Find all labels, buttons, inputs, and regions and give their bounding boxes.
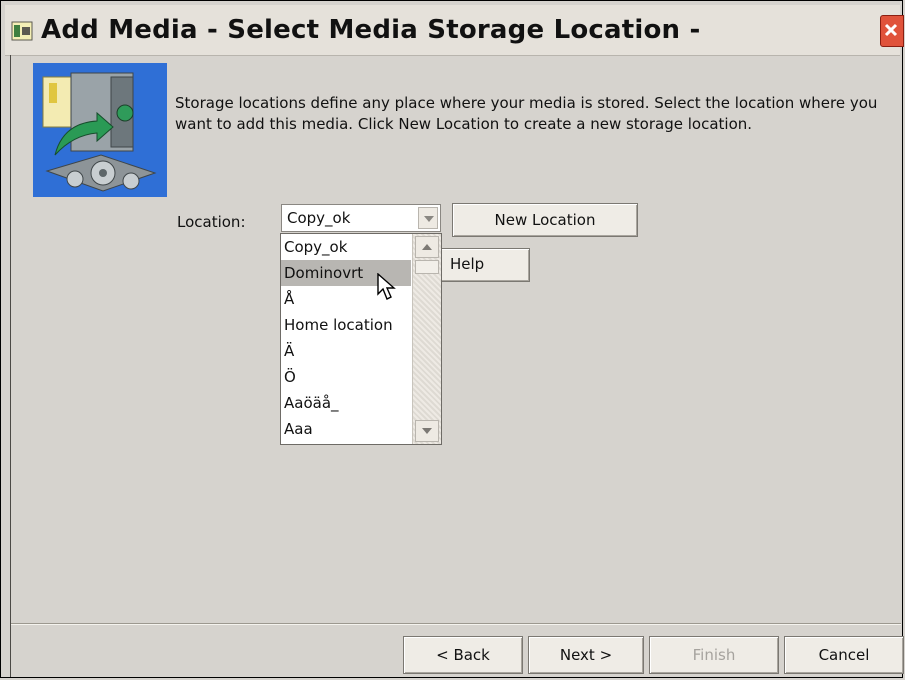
media-safe-icon	[33, 63, 167, 197]
location-combobox[interactable]: Copy_ok	[281, 204, 441, 232]
content-left-border	[10, 55, 11, 677]
dropdown-item-aaoaa[interactable]: Aaöäå_	[281, 390, 411, 416]
dropdown-item-a-umlaut[interactable]: Ä	[281, 338, 411, 364]
close-button[interactable]	[880, 15, 904, 47]
cancel-button[interactable]: Cancel	[784, 636, 904, 674]
intro-text: Storage locations define any place where…	[175, 94, 878, 133]
back-button[interactable]: < Back	[403, 636, 523, 674]
location-selected-value: Copy_ok	[287, 209, 351, 227]
chevron-down-icon[interactable]	[418, 207, 438, 229]
location-label: Location:	[177, 213, 246, 231]
add-media-dialog: Add Media - Select Media Storage Locatio…	[0, 0, 904, 678]
footer-divider	[11, 623, 901, 625]
dropdown-item-home-location[interactable]: Home location	[281, 312, 411, 338]
scrollbar-thumb[interactable]	[415, 260, 439, 274]
next-button[interactable]: Next >	[528, 636, 644, 674]
dropdown-item-copy-ok[interactable]: Copy_ok	[281, 234, 411, 260]
mouse-pointer-icon	[377, 272, 399, 305]
dropdown-item-aaa[interactable]: Aaa	[281, 416, 411, 442]
window-title: Add Media - Select Media Storage Locatio…	[41, 15, 701, 45]
wizard-app-icon	[11, 21, 33, 41]
new-location-button[interactable]: New Location	[452, 203, 638, 237]
dropdown-scrollbar[interactable]	[412, 234, 441, 444]
title-bar[interactable]: Add Media - Select Media Storage Locatio…	[5, 5, 904, 56]
scroll-down-icon[interactable]	[415, 420, 439, 442]
finish-button[interactable]: Finish	[649, 636, 779, 674]
dropdown-item-o-umlaut[interactable]: Ö	[281, 364, 411, 390]
location-dropdown-list[interactable]: Copy_ok Dominovrt Å Home location Ä Ö Aa…	[280, 233, 442, 445]
scroll-up-icon[interactable]	[415, 236, 439, 258]
